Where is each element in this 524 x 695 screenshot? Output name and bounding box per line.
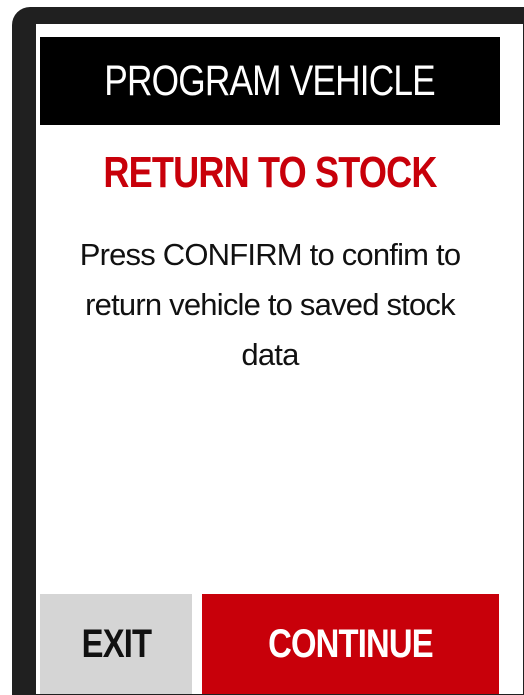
device-bezel: PROGRAM VEHICLE RETURN TO STOCK Press CO… <box>12 7 524 695</box>
page-title: PROGRAM VEHICLE <box>104 56 436 105</box>
instruction-message: Press CONFIRM to confim to return vehicl… <box>79 237 461 372</box>
exit-button-label: EXIT <box>81 621 151 666</box>
exit-button[interactable]: EXIT <box>40 594 192 694</box>
screen: PROGRAM VEHICLE RETURN TO STOCK Press CO… <box>36 24 523 694</box>
header-bar: PROGRAM VEHICLE <box>40 37 500 125</box>
section-subtitle: RETURN TO STOCK <box>103 148 437 197</box>
continue-button-label: CONTINUE <box>268 621 434 666</box>
continue-button[interactable]: CONTINUE <box>202 594 499 694</box>
